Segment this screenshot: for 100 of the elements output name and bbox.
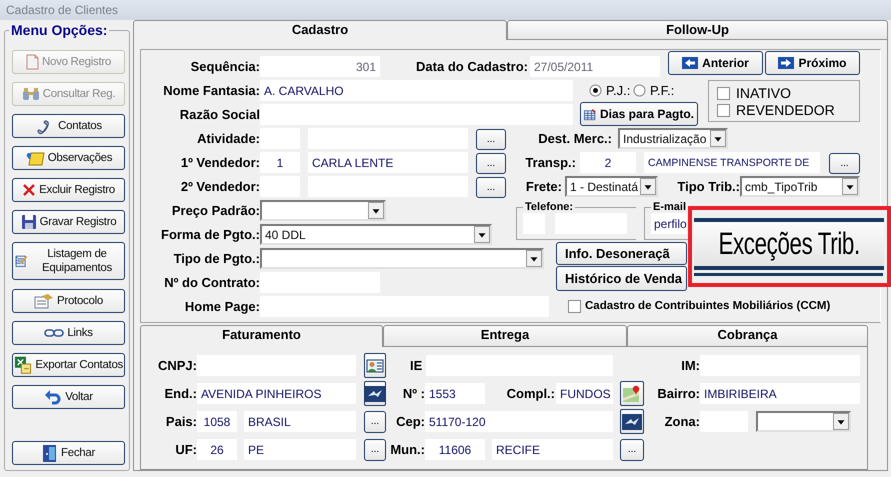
dropdown[interactable] — [756, 411, 851, 432]
browse-button[interactable]: ... — [476, 129, 506, 150]
browse-button[interactable]: ... — [364, 439, 386, 461]
contact-card-icon — [366, 358, 384, 374]
field-label: Nº : — [402, 385, 425, 403]
field-label: IM: — [680, 357, 700, 375]
field-label: Razão Social — [178, 106, 260, 124]
text-field[interactable]: 51170-120 — [425, 411, 613, 432]
field-label: IE — [410, 357, 424, 375]
lookup-button[interactable] — [364, 381, 386, 406]
checkbox-option[interactable]: INATIVO — [717, 85, 851, 102]
checkbox[interactable] — [717, 104, 730, 117]
dropdown[interactable]: 40 DDL — [260, 224, 492, 245]
field-label: Nº do Contrato: — [163, 274, 260, 292]
text-field[interactable]: BRASIL — [244, 411, 356, 432]
field-label: Atividade: — [196, 130, 260, 148]
text-field[interactable]: 27/05/2011 — [530, 56, 660, 77]
text-field[interactable]: CARLA LENTE — [308, 152, 468, 173]
action-button[interactable]: Info. Desoneraçã — [556, 242, 687, 265]
field-label: CNPJ: — [156, 357, 197, 375]
window-title: Cadastro de Clientes — [0, 0, 891, 20]
menu-button[interactable]: Listagem de Equipamentos — [12, 242, 125, 280]
binoculars-icon — [22, 87, 40, 101]
radio-option[interactable]: P.F.: — [633, 80, 693, 101]
checkbox-option[interactable]: Cadastro de Contribuintes Mobiliários (CCM) — [568, 296, 868, 317]
menu-button[interactable]: Gravar Registro — [12, 210, 125, 234]
group-title: E-mail — [652, 201, 688, 213]
browse-button[interactable]: ... — [476, 177, 506, 198]
field-label: End.: — [164, 385, 197, 403]
lookup-button[interactable] — [620, 409, 644, 434]
browse-button[interactable]: ... — [364, 411, 386, 433]
menu-button[interactable]: Excluir Registro — [12, 178, 125, 202]
chain-link-icon — [44, 329, 64, 337]
action-button[interactable]: Histórico de Venda — [556, 266, 687, 291]
dropdown[interactable]: Industrialização — [618, 128, 728, 149]
tab[interactable]: Cobrança — [627, 325, 868, 347]
field-label: Tipo Trib.: — [676, 178, 740, 196]
field-label: Data do Cadastro: — [415, 58, 528, 76]
menu-button[interactable]: Protocolo — [12, 289, 125, 313]
text-field[interactable]: 1 — [260, 152, 300, 173]
field-label: Zona: — [664, 413, 700, 431]
text-field[interactable]: 1058 — [197, 411, 237, 432]
tab[interactable]: Faturamento — [140, 325, 383, 347]
text-field[interactable]: PE — [244, 439, 356, 460]
text-field[interactable]: 301 — [260, 56, 380, 77]
tab[interactable]: Cadastro — [133, 20, 507, 40]
tab[interactable]: Entrega — [383, 325, 627, 347]
checkbox-option[interactable]: REVENDEDOR — [717, 102, 851, 119]
field-label: Preço Padrão: — [170, 202, 260, 220]
exceptions-button[interactable]: Exceções Trib. — [694, 218, 884, 270]
undo-arrow-icon — [44, 388, 62, 406]
field-label: 1º Vendedor: — [180, 154, 260, 172]
text-field[interactable]: perfilo — [651, 213, 687, 234]
field-label: Sequência: — [190, 58, 260, 76]
note-icon — [24, 150, 45, 166]
menu-button[interactable]: Observações — [12, 146, 125, 170]
calendar-icon — [584, 106, 596, 122]
field-label: Cep: — [395, 413, 425, 431]
radio-button[interactable] — [633, 84, 646, 97]
action-button[interactable]: Dias para Pagto. — [580, 102, 698, 126]
browse-button[interactable]: ... — [829, 153, 860, 174]
checkbox[interactable] — [717, 87, 730, 100]
dropdown[interactable]: cmb_TipoTrib — [740, 176, 860, 197]
field-label: Bairro: — [656, 385, 700, 403]
field-label: Frete: — [524, 178, 562, 196]
text-field[interactable]: FUNDOS — [556, 383, 613, 404]
map-pin-icon — [622, 384, 642, 402]
field-label: Forma de Pgto.: — [160, 226, 260, 244]
text-field[interactable]: A. CARVALHO — [260, 80, 573, 101]
text-field[interactable]: 26 — [197, 439, 237, 460]
radio-button[interactable] — [589, 84, 602, 97]
text-field[interactable]: RECIFE — [492, 439, 613, 460]
field-label: Tipo de Pgto.: — [172, 250, 260, 268]
text-field[interactable]: CAMPINENSE TRANSPORTE DE — [644, 152, 820, 173]
menu-button[interactable]: Fechar — [12, 441, 125, 465]
text-field[interactable]: AVENIDA PINHEIROS — [197, 383, 356, 404]
tab[interactable]: Follow-Up — [507, 20, 888, 40]
menu-button[interactable]: Contatos — [12, 114, 125, 138]
lookup-button[interactable] — [620, 381, 644, 406]
lookup-button[interactable] — [364, 353, 386, 378]
text-field[interactable]: IMBIRIBEIRA — [700, 383, 860, 404]
browse-button[interactable]: ... — [476, 153, 506, 174]
dropdown[interactable] — [260, 248, 544, 269]
dropdown[interactable] — [260, 200, 386, 221]
text-field[interactable]: 1553 — [425, 383, 485, 404]
action-button[interactable]: Próximo — [765, 51, 860, 75]
checkbox[interactable] — [568, 300, 581, 313]
field-label: Nome Fantasia: — [162, 82, 260, 100]
menu-button[interactable]: Exportar Contatos — [12, 353, 125, 377]
menu-button[interactable]: Voltar — [12, 385, 125, 409]
menu-button[interactable]: Links — [12, 321, 125, 345]
text-field[interactable]: 2 — [580, 152, 636, 173]
radio-option[interactable]: P.J.: — [589, 80, 633, 101]
text-field[interactable]: 11606 — [425, 439, 485, 460]
right-arrow-icon — [778, 57, 794, 69]
action-button[interactable]: Anterior — [668, 51, 763, 75]
dropdown[interactable]: 1 - Destinatá — [565, 176, 658, 197]
browse-button[interactable]: ... — [620, 439, 644, 461]
field-label: 2º Vendedor: — [180, 178, 260, 196]
field-label: Compl.: — [506, 385, 555, 403]
